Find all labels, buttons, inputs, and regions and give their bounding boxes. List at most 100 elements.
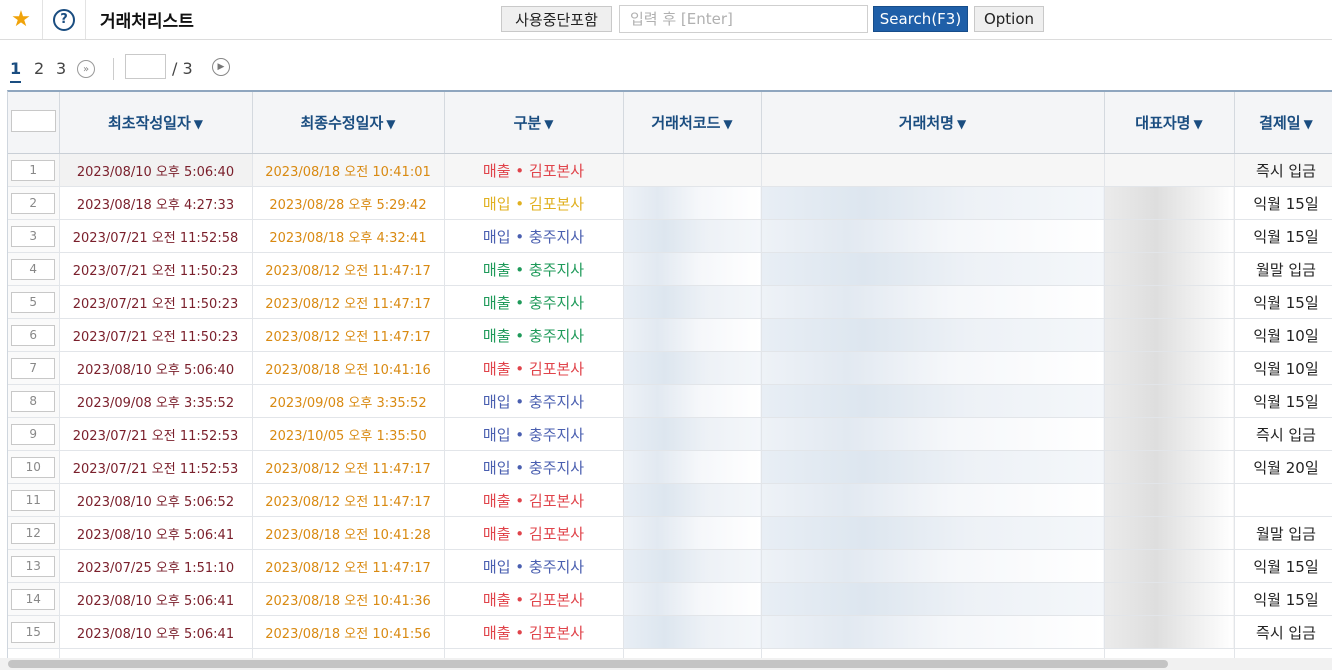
table-row[interactable]: 1 2023/08/10 오후 5:06:40 2023/08/18 오전 10:4… bbox=[8, 153, 1332, 187]
page-number-input[interactable] bbox=[125, 54, 166, 79]
division-link[interactable]: 매출 • 충주지사 bbox=[483, 294, 584, 312]
col-division-label: 구분 bbox=[513, 114, 542, 132]
row-number: 12 bbox=[11, 522, 56, 544]
sort-down-icon: ▼ bbox=[1193, 117, 1203, 131]
division-cell[interactable]: 매입 • 충주지사 bbox=[444, 384, 624, 418]
col-representative[interactable]: 대표자명 ▼ bbox=[1104, 92, 1235, 154]
division-link[interactable]: 매입 • 충주지사 bbox=[483, 426, 584, 444]
updated-date: 2023/08/12 오전 11:47:17 bbox=[265, 329, 431, 345]
customer-name-cell bbox=[761, 450, 1105, 484]
row-number-cell: 6 bbox=[8, 318, 60, 352]
division-link[interactable]: 매입 • 충주지사 bbox=[483, 558, 584, 576]
payment-day: 월말 입금 bbox=[1256, 260, 1316, 279]
updated-date-cell: 2023/10/05 오후 1:35:50 bbox=[252, 417, 445, 451]
col-payment-day[interactable]: 결제일 ▼ bbox=[1234, 92, 1332, 154]
go-page-icon[interactable]: ▶ bbox=[212, 58, 230, 76]
payment-day-cell: 익월 20일 bbox=[1234, 450, 1332, 484]
division-cell[interactable]: 매출 • 충주지사 bbox=[444, 318, 624, 352]
table-row[interactable]: 9 2023/07/21 오전 11:52:53 2023/10/05 오후 1:3… bbox=[8, 417, 1332, 451]
customer-name-cell bbox=[761, 318, 1105, 352]
payment-day: 익월 20일 bbox=[1253, 458, 1319, 477]
division-cell[interactable]: 매출 • 충주지사 bbox=[444, 252, 624, 286]
table-row[interactable]: 6 2023/07/21 오전 11:50:23 2023/08/12 오전 11:… bbox=[8, 318, 1332, 352]
division-cell[interactable]: 매출 • 충주지사 bbox=[444, 285, 624, 319]
division-cell[interactable]: 매입 • 김포본사 bbox=[444, 186, 624, 220]
division-link[interactable]: 매출 • 김포본사 bbox=[483, 162, 584, 180]
include-inactive-button[interactable]: 사용중단포함 bbox=[501, 6, 612, 32]
division-cell[interactable]: 매입 • 충주지사 bbox=[444, 219, 624, 253]
option-button[interactable]: Option bbox=[974, 6, 1044, 32]
table-row[interactable]: 10 2023/07/21 오전 11:52:53 2023/08/12 오전 11… bbox=[8, 450, 1332, 484]
page-link-2[interactable]: 2 bbox=[34, 59, 44, 78]
table-row[interactable]: 5 2023/07/21 오전 11:50:23 2023/08/12 오전 11:… bbox=[8, 285, 1332, 319]
col-customer-name[interactable]: 거래처명 ▼ bbox=[761, 92, 1105, 154]
division-link[interactable]: 매출 • 김포본사 bbox=[483, 624, 584, 642]
division-cell[interactable]: 매입 • 충주지사 bbox=[444, 549, 624, 583]
payment-day: 익월 15일 bbox=[1253, 392, 1319, 411]
division-link[interactable]: 매출 • 충주지사 bbox=[483, 327, 584, 345]
table-row[interactable]: 7 2023/08/10 오후 5:06:40 2023/08/18 오전 10:4… bbox=[8, 351, 1332, 385]
division-link[interactable]: 매입 • 김포본사 bbox=[483, 195, 584, 213]
division-link[interactable]: 매출 • 김포본사 bbox=[483, 492, 584, 510]
table-row[interactable]: 15 2023/08/10 오후 5:06:41 2023/08/18 오전 10:… bbox=[8, 615, 1332, 649]
created-date-cell: 2023/07/21 오전 11:52:53 bbox=[59, 450, 253, 484]
created-date: 2023/07/21 오전 11:50:23 bbox=[72, 296, 239, 312]
division-link[interactable]: 매입 • 충주지사 bbox=[483, 228, 584, 246]
table-row[interactable]: 12 2023/08/10 오후 5:06:41 2023/08/18 오전 10:… bbox=[8, 516, 1332, 550]
col-updated-date[interactable]: 최종수정일자 ▼ bbox=[252, 92, 445, 154]
row-number-cell: 1 bbox=[8, 153, 60, 187]
search-button[interactable]: Search(F3) bbox=[873, 6, 968, 32]
division-link[interactable]: 매입 • 충주지사 bbox=[483, 393, 584, 411]
table-row[interactable]: 3 2023/07/21 오전 11:52:58 2023/08/18 오후 4:3… bbox=[8, 219, 1332, 253]
row-number: 14 bbox=[11, 588, 56, 610]
next-pages-icon[interactable]: » bbox=[77, 60, 95, 78]
payment-day-cell: 익월 15일 bbox=[1234, 186, 1332, 220]
customer-code-cell bbox=[623, 582, 762, 616]
table-row[interactable]: 8 2023/09/08 오후 3:35:52 2023/09/08 오후 3:35… bbox=[8, 384, 1332, 418]
help-button[interactable]: ? bbox=[43, 0, 86, 39]
division-link[interactable]: 매출 • 충주지사 bbox=[483, 261, 584, 279]
row-number: 3 bbox=[11, 225, 56, 247]
scrollbar-thumb[interactable] bbox=[8, 660, 1168, 668]
table-row[interactable]: 4 2023/07/21 오전 11:50:23 2023/08/12 오전 11:… bbox=[8, 252, 1332, 286]
updated-date-cell: 2023/08/18 오전 10:41:36 bbox=[252, 582, 445, 616]
favorite-star-icon[interactable]: ★ bbox=[0, 0, 43, 39]
page-link-3[interactable]: 3 bbox=[56, 59, 66, 78]
updated-date: 2023/08/18 오전 10:41:16 bbox=[265, 362, 431, 378]
payment-day-cell: 즉시 입금 bbox=[1234, 417, 1332, 451]
table-row[interactable]: 14 2023/08/10 오후 5:06:41 2023/08/18 오전 10:… bbox=[8, 582, 1332, 616]
page-link-1[interactable]: 1 bbox=[10, 59, 22, 83]
division-cell[interactable]: 매출 • 김포본사 bbox=[444, 351, 624, 385]
division-cell[interactable]: 매입 • 충주지사 bbox=[444, 450, 624, 484]
division-link[interactable]: 매출 • 김포본사 bbox=[483, 360, 584, 378]
representative-cell bbox=[1104, 384, 1235, 418]
horizontal-scrollbar[interactable] bbox=[0, 658, 1332, 670]
col-customer-code[interactable]: 거래처코드 ▼ bbox=[623, 92, 762, 154]
col-division[interactable]: 구분 ▼ bbox=[444, 92, 624, 154]
created-date-cell: 2023/07/21 오전 11:50:23 bbox=[59, 252, 253, 286]
select-all-box[interactable] bbox=[10, 109, 56, 132]
row-number-cell: 13 bbox=[8, 549, 60, 583]
customer-name-cell bbox=[761, 384, 1105, 418]
division-cell[interactable]: 매입 • 충주지사 bbox=[444, 417, 624, 451]
col-created-date[interactable]: 최초작성일자 ▼ bbox=[59, 92, 253, 154]
division-cell[interactable]: 매출 • 김포본사 bbox=[444, 615, 624, 649]
division-cell[interactable]: 매출 • 김포본사 bbox=[444, 582, 624, 616]
customer-name-cell bbox=[761, 417, 1105, 451]
division-cell[interactable]: 매출 • 김포본사 bbox=[444, 483, 624, 517]
table-row[interactable]: 2 2023/08/18 오후 4:27:33 2023/08/28 오후 5:29… bbox=[8, 186, 1332, 220]
division-cell[interactable]: 매출 • 김포본사 bbox=[444, 153, 624, 187]
select-all-header[interactable] bbox=[8, 92, 60, 154]
payment-day: 익월 10일 bbox=[1253, 359, 1319, 378]
search-input[interactable] bbox=[619, 5, 868, 33]
table-row[interactable]: 13 2023/07/25 오후 1:51:10 2023/08/12 오전 11:… bbox=[8, 549, 1332, 583]
division-link[interactable]: 매출 • 김포본사 bbox=[483, 591, 584, 609]
table-row[interactable]: 11 2023/08/10 오후 5:06:52 2023/08/12 오전 11:… bbox=[8, 483, 1332, 517]
division-link[interactable]: 매출 • 김포본사 bbox=[483, 525, 584, 543]
created-date: 2023/07/21 오전 11:50:23 bbox=[72, 263, 239, 279]
customer-code-cell bbox=[623, 318, 762, 352]
division-link[interactable]: 매입 • 충주지사 bbox=[483, 459, 584, 477]
row-number-cell: 10 bbox=[8, 450, 60, 484]
division-cell[interactable]: 매출 • 김포본사 bbox=[444, 516, 624, 550]
representative-cell bbox=[1104, 186, 1235, 220]
